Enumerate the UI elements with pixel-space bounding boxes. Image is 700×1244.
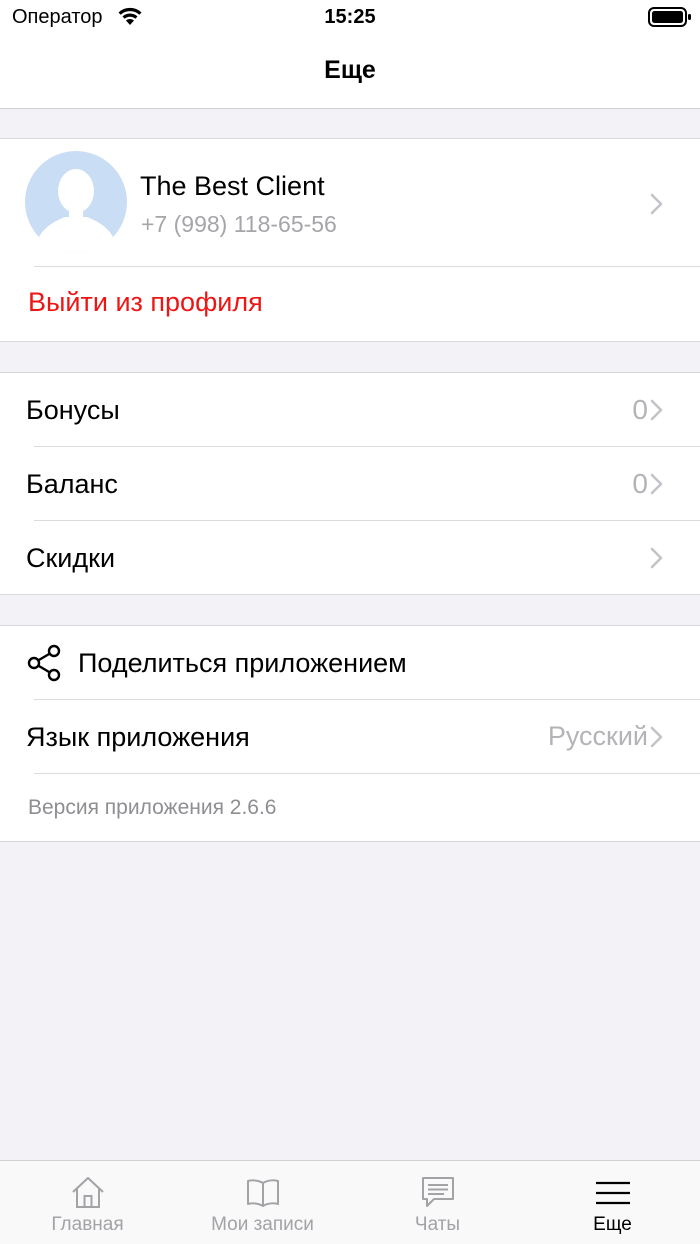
chevron-right-icon [650, 399, 663, 421]
profile-row[interactable]: The Best Client +7 (998) 118-65-56 [0, 139, 700, 267]
book-icon [246, 1179, 279, 1207]
app-version: Версия приложения 2.6.6 [28, 796, 277, 819]
profile-phone: +7 (998) 118-65-56 [141, 211, 337, 237]
tab-label: Главная [51, 1214, 124, 1235]
chevron-right-icon [650, 726, 663, 748]
tab-my-bookings[interactable]: Мои записи [175, 1161, 350, 1244]
chevron-right-icon [650, 547, 663, 569]
battery-icon [648, 7, 691, 27]
bonuses-row[interactable]: Бонусы 0 [0, 373, 700, 447]
status-bar: Оператор 15:25 [0, 0, 700, 40]
tab-label: Чаты [414, 1214, 461, 1235]
version-row: Версия приложения 2.6.6 [0, 774, 700, 842]
share-row[interactable]: Поделиться приложением [0, 626, 700, 700]
balance-label: Баланс [26, 469, 118, 499]
tab-home[interactable]: Главная [0, 1161, 175, 1244]
discounts-label: Скидки [26, 543, 116, 573]
avatar [25, 151, 127, 253]
home-icon [71, 1177, 104, 1208]
profile-section: The Best Client +7 (998) 118-65-56 Выйти… [0, 138, 700, 342]
balance-row[interactable]: Баланс 0 [0, 447, 700, 521]
tab-label: Мои записи [211, 1214, 314, 1235]
app-section: Поделиться приложением Язык приложения Р… [0, 625, 700, 842]
clock: 15:25 [324, 6, 376, 28]
profile-name: The Best Client [140, 171, 325, 201]
chevron-right-icon [650, 473, 663, 495]
menu-icon [595, 1181, 630, 1205]
bonuses-value: 0 [632, 394, 648, 425]
tab-chats[interactable]: Чаты [350, 1161, 525, 1244]
page-title: Еще [324, 56, 376, 84]
chevron-right-icon [650, 193, 663, 215]
user-silhouette-icon [33, 169, 119, 253]
share-icon [27, 644, 61, 682]
bonuses-label: Бонусы [26, 395, 120, 425]
tab-label: Еще [593, 1214, 632, 1235]
logout-row[interactable]: Выйти из профиля [0, 267, 700, 342]
tab-more[interactable]: Еще [525, 1161, 700, 1244]
tab-bar: Главная Мои записи Чаты Еще [0, 1160, 700, 1244]
share-label: Поделиться приложением [78, 648, 407, 678]
chat-icon [421, 1177, 454, 1207]
language-value: Русский [547, 721, 648, 751]
navigation-bar: Еще [0, 40, 700, 109]
logout-button[interactable]: Выйти из профиля [28, 287, 263, 318]
language-row[interactable]: Язык приложения Русский [0, 700, 700, 774]
language-label: Язык приложения [26, 722, 250, 752]
account-section: Бонусы 0 Баланс 0 Скидки [0, 372, 700, 595]
balance-value: 0 [632, 468, 648, 499]
discounts-row[interactable]: Скидки [0, 521, 700, 595]
